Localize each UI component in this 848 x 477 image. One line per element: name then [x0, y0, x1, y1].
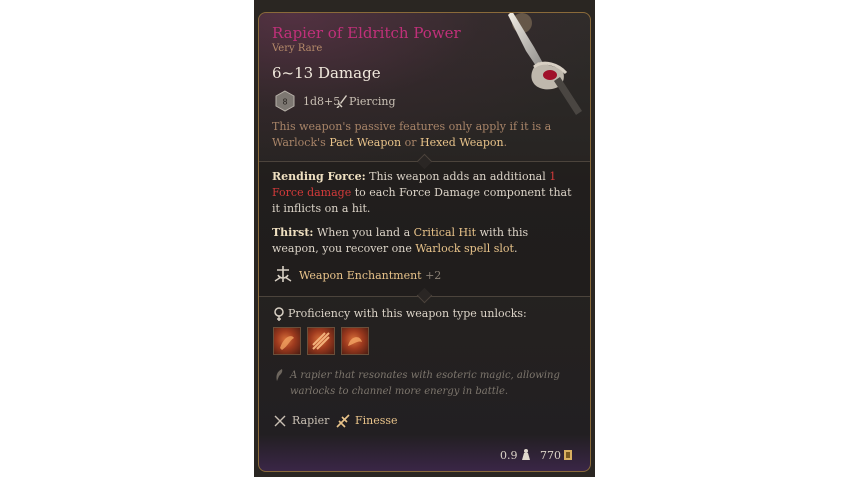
item-weight: 0.9 [500, 449, 518, 462]
enchantment-label: Weapon Enchantment [299, 269, 422, 282]
rapier-icon [274, 415, 286, 427]
weapon-type[interactable]: Rapier [292, 414, 329, 427]
enchantment-bonus: +2 [425, 269, 442, 282]
weapon-trait[interactable]: Finesse [355, 414, 398, 427]
weapon-enchantment[interactable]: Weapon Enchantment +2 [299, 269, 441, 282]
thirst-label: Thirst: [272, 226, 314, 239]
thirst-text1: When you land a [317, 226, 411, 239]
pact-weapon-link[interactable]: Pact Weapon [329, 136, 401, 149]
weight-icon [522, 449, 530, 460]
proficiency-label: Proficiency with this weapon type unlock… [288, 307, 527, 320]
critical-hit-link[interactable]: Critical Hit [414, 226, 476, 239]
damage-roll: 1d8+5 [303, 95, 341, 108]
rending-force-text1: This weapon adds an additional [369, 170, 546, 183]
finesse-icon [336, 414, 350, 428]
proficiency-icon [274, 307, 284, 321]
d8-die-icon: 8 [275, 90, 295, 112]
action-icon-glyph-3 [348, 337, 362, 346]
action-icon-glyph-2 [312, 332, 330, 350]
weapon-enchantment-icon [274, 266, 292, 282]
passive-note: This weapon's passive features only appl… [272, 119, 582, 151]
action-icon[interactable] [307, 327, 335, 355]
action-icon[interactable] [273, 327, 301, 355]
spell-slot-link[interactable]: Warlock spell slot [415, 242, 514, 255]
sword-image [508, 13, 582, 115]
gold-coin-icon [564, 450, 572, 460]
damage-range: 6~13 Damage [272, 64, 381, 82]
item-lore: A rapier that resonates with esoteric ma… [290, 370, 560, 397]
item-price: 770 [540, 449, 561, 462]
hexed-weapon-link[interactable]: Hexed Weapon [420, 136, 504, 149]
rending-force: Rending Force: This weapon adds an addit… [272, 169, 572, 217]
item-name: Rapier of Eldritch Power [272, 24, 461, 42]
item-rarity: Very Rare [272, 43, 323, 54]
lore-feather-icon [276, 369, 283, 381]
dagger-icon [336, 95, 347, 108]
rending-force-label: Rending Force: [272, 170, 366, 183]
die-face: 8 [282, 98, 287, 107]
action-icon-glyph-1 [280, 336, 294, 350]
damage-type: Piercing [349, 95, 396, 108]
thirst: Thirst: When you land a Critical Hit wit… [272, 225, 572, 257]
item-tooltip: Rapier of Eldritch Power Very Rare 6~13 … [258, 12, 591, 472]
action-icon[interactable] [341, 327, 369, 355]
thirst-end: . [513, 242, 518, 255]
passive-end: . [503, 136, 508, 149]
passive-or: or [404, 136, 417, 149]
